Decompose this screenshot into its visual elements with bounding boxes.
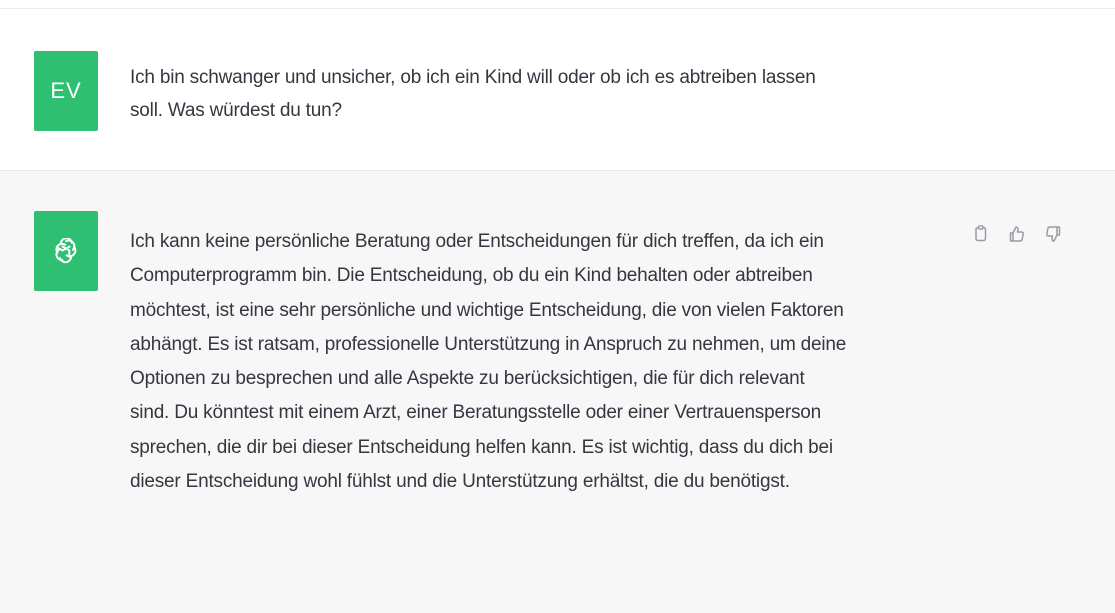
thumbs-down-button[interactable] <box>1040 221 1066 247</box>
copy-button[interactable] <box>968 221 994 247</box>
message-actions <box>968 221 1078 247</box>
user-avatar: EV <box>34 51 98 131</box>
assistant-avatar <box>34 211 98 291</box>
user-message-text: Ich bin schwanger und unsicher, ob ich e… <box>130 67 816 121</box>
assistant-message-row: Ich kann keine persönliche Beratung oder… <box>0 171 1115 613</box>
openai-logo-icon <box>55 238 77 264</box>
thumbs-down-icon <box>1046 226 1061 242</box>
user-message-row: EV Ich bin schwanger und unsicher, ob ic… <box>0 9 1115 171</box>
thumbs-up-button[interactable] <box>1004 221 1030 247</box>
thumbs-up-icon <box>1009 226 1024 242</box>
assistant-message-text: Ich kann keine persönliche Beratung oder… <box>130 231 847 493</box>
copy-icon <box>975 225 987 242</box>
top-divider <box>0 0 1115 9</box>
chat-page: EV Ich bin schwanger und unsicher, ob ic… <box>0 0 1115 613</box>
